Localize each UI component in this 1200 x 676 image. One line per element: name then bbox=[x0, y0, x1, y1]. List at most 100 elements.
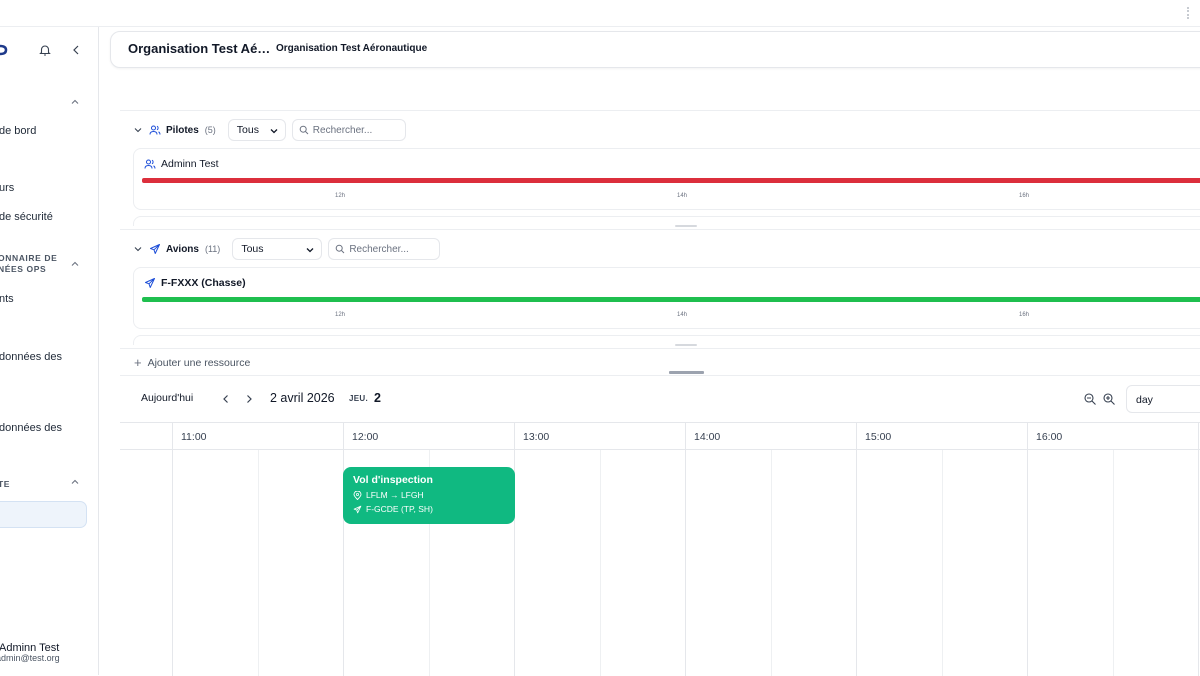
divider bbox=[120, 229, 1200, 230]
users-icon bbox=[149, 125, 161, 135]
hour-gridline bbox=[856, 423, 857, 676]
browser-top-bar bbox=[0, 0, 1200, 27]
location-pin-icon bbox=[353, 490, 362, 500]
hour-gridline bbox=[343, 423, 344, 676]
hour-gridline bbox=[1198, 423, 1199, 676]
sidebar-item-active[interactable] bbox=[0, 501, 87, 528]
timeline-tick: 12h bbox=[335, 312, 346, 318]
chevron-down-icon[interactable] bbox=[133, 244, 143, 254]
chevron-up-icon[interactable] bbox=[70, 97, 80, 107]
resize-handle[interactable] bbox=[675, 344, 697, 346]
aircraft-group-header: Avions (11) Tous Rechercher... bbox=[133, 238, 441, 260]
plane-icon bbox=[145, 278, 155, 288]
users-icon bbox=[144, 159, 156, 169]
timeline-tick: 12h bbox=[335, 193, 346, 199]
panel-resize-handle[interactable] bbox=[669, 371, 704, 374]
aircraft-filter-value: Tous bbox=[241, 243, 264, 255]
sidebar-section-title-2: NÉES OPS bbox=[0, 264, 47, 274]
hour-gridline bbox=[514, 423, 515, 676]
view-mode-select[interactable]: day bbox=[1126, 385, 1200, 413]
half-hour-gridline bbox=[942, 450, 943, 676]
pilots-filter-value: Tous bbox=[236, 124, 259, 136]
hour-label: 12:00 bbox=[352, 431, 379, 443]
divider bbox=[120, 110, 1200, 111]
zoom-out-icon[interactable] bbox=[1083, 392, 1097, 406]
page-header: Organisation Test Aé… Organisation Test … bbox=[110, 31, 1200, 68]
logo-icon[interactable] bbox=[0, 44, 8, 56]
half-hour-gridline bbox=[600, 450, 601, 676]
sidebar-item-users[interactable]: urs bbox=[0, 182, 14, 194]
aircraft-count: (11) bbox=[204, 244, 221, 254]
hour-gridline bbox=[172, 423, 173, 676]
search-icon bbox=[336, 244, 345, 254]
hour-header-row: 11:00 12:00 13:00 14:00 15:00 16:00 bbox=[120, 423, 1200, 450]
timeline-tick: 14h bbox=[677, 193, 688, 199]
more-options-icon[interactable] bbox=[1187, 7, 1190, 19]
previous-day-icon[interactable] bbox=[221, 393, 231, 405]
pilots-filter-select[interactable]: Tous bbox=[227, 119, 286, 141]
timeline-tick: 16h bbox=[1019, 312, 1030, 318]
hour-label: 16:00 bbox=[1036, 431, 1063, 443]
sidebar-item-documents[interactable]: nts bbox=[0, 293, 14, 305]
day-number: 2 bbox=[374, 391, 381, 405]
pilots-search-input[interactable]: Rechercher... bbox=[291, 119, 406, 141]
divider bbox=[120, 375, 1200, 376]
pilots-count: (5) bbox=[204, 125, 216, 135]
aircraft-resource-row[interactable]: F-FXXX (Chasse) 12h 14h 16h bbox=[133, 267, 1200, 329]
add-resource-label: Ajouter une ressource bbox=[147, 356, 251, 369]
organisation-name: Organisation Test Aéronautique bbox=[276, 43, 428, 54]
plus-icon: + bbox=[134, 355, 142, 370]
pilots-label: Pilotes bbox=[166, 124, 199, 136]
sidebar-section-title: ONNAIRE DE bbox=[0, 253, 58, 263]
aircraft-search-input[interactable]: Rechercher... bbox=[328, 238, 441, 260]
aircraft-name: F-FXXX (Chasse) bbox=[161, 277, 246, 289]
chevron-up-icon[interactable] bbox=[70, 259, 80, 269]
sidebar-item-dashboard[interactable]: de bord bbox=[0, 125, 36, 137]
add-resource-button[interactable]: + Ajouter une ressource bbox=[134, 355, 250, 370]
resize-handle[interactable] bbox=[675, 225, 697, 227]
aircraft-search-placeholder: Rechercher... bbox=[349, 244, 409, 255]
pilot-resource-row[interactable]: Adminn Test 12h 14h 16h bbox=[133, 148, 1200, 210]
calendar-event[interactable]: Vol d'inspection LFLM → LFGH F-GCDE (TP,… bbox=[343, 467, 515, 524]
divider bbox=[120, 348, 1200, 349]
sidebar-item-security[interactable]: de sécurité bbox=[0, 211, 53, 223]
timeline-tick: 14h bbox=[677, 312, 688, 318]
hour-label: 11:00 bbox=[181, 431, 207, 443]
sidebar-section-title-3: TE bbox=[0, 479, 11, 489]
next-day-icon[interactable] bbox=[244, 393, 254, 405]
pilot-availability-bar[interactable] bbox=[142, 178, 1200, 183]
timeline-tick: 16h bbox=[1019, 193, 1030, 199]
page-title: Organisation Test Aé… bbox=[128, 41, 271, 56]
calendar-grid: 11:00 12:00 13:00 14:00 15:00 16:00 bbox=[120, 422, 1200, 676]
event-aircraft: F-GCDE (TP, SH) bbox=[353, 504, 505, 514]
hour-label: 13:00 bbox=[523, 431, 550, 443]
search-icon bbox=[299, 125, 309, 135]
resource-row-stub bbox=[133, 335, 1200, 345]
chevron-down-icon[interactable] bbox=[133, 125, 143, 135]
event-title: Vol d'inspection bbox=[353, 474, 433, 486]
resource-row-stub bbox=[133, 216, 1200, 226]
sidebar: de bord urs de sécurité ONNAIRE DE NÉES … bbox=[0, 27, 99, 675]
aircraft-resource-name: F-FXXX (Chasse) bbox=[144, 277, 246, 289]
half-hour-gridline bbox=[771, 450, 772, 676]
half-hour-gridline bbox=[258, 450, 259, 676]
half-hour-gridline bbox=[1113, 450, 1114, 676]
pilot-name: Adminn Test bbox=[161, 158, 219, 170]
chevron-up-icon[interactable] bbox=[70, 477, 80, 487]
current-date: 2 avril 2026 bbox=[270, 391, 335, 405]
bell-icon[interactable] bbox=[38, 43, 52, 57]
aircraft-filter-select[interactable]: Tous bbox=[232, 238, 323, 260]
hour-label: 14:00 bbox=[694, 431, 721, 443]
sidebar-item-data-2[interactable]: données des bbox=[0, 422, 62, 434]
user-email: admin@test.org bbox=[0, 653, 60, 663]
plane-icon bbox=[150, 244, 160, 254]
plane-icon bbox=[353, 505, 362, 513]
today-button[interactable]: Aujourd'hui bbox=[141, 392, 193, 404]
zoom-in-icon[interactable] bbox=[1102, 392, 1116, 406]
collapse-sidebar-icon[interactable] bbox=[69, 43, 83, 57]
sidebar-item-data-1[interactable]: données des bbox=[0, 351, 62, 363]
event-route: LFLM → LFGH bbox=[353, 490, 505, 500]
aircraft-availability-bar[interactable] bbox=[142, 297, 1200, 302]
pilots-search-placeholder: Rechercher... bbox=[312, 125, 373, 136]
pilot-resource-name: Adminn Test bbox=[144, 158, 219, 170]
